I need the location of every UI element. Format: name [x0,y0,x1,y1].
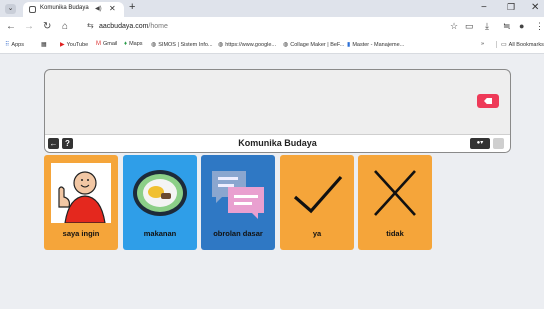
tab-title: Komunika Budaya [40,5,89,11]
bookmark-item[interactable]: ◍ https://www.google... [218,41,276,49]
tab-search-icon[interactable]: ⌄ [5,4,16,14]
bookmark-item[interactable]: M Gmail [96,41,117,47]
board-toolbar: ← ? Komunika Budaya ●▾ [45,134,510,152]
tile-makanan[interactable]: makanan [123,155,197,250]
url-text: aacbudaya.com/home [99,23,168,30]
restore-icon[interactable]: ❐ [507,2,515,13]
reload-icon[interactable]: ↻ [43,21,51,32]
checkmark-icon [293,175,343,214]
bookmark-item[interactable]: ▶ YouTube [60,41,88,49]
speaker-icon[interactable]: ◀) [95,5,102,12]
food-plate-icon [133,170,187,216]
bookmark-item[interactable]: ♦ Maps [124,41,143,47]
app-title: Komunika Budaya [238,138,317,148]
tile-obrolan-dasar[interactable]: obrolan dasar [201,155,275,250]
forward-icon[interactable]: → [24,21,34,32]
tile-label: makanan [143,229,177,238]
bookmark-item[interactable]: ⠿ Apps [5,41,24,49]
minimize-icon[interactable]: − [481,2,487,13]
tab-layout-icon[interactable]: ▭ [465,21,474,32]
bookmark-item[interactable]: ▮ Master - Manajeme... [347,41,404,49]
tile-ya[interactable]: ya [280,155,354,250]
close-icon[interactable]: ✕ [109,4,116,13]
backspace-icon [484,98,492,104]
apps-grid-icon: ⠿ [5,42,10,48]
grid-icon: ▦ [41,42,47,48]
tile-label: obrolan dasar [213,229,263,238]
chat-bubbles-icon [212,171,264,219]
browser-tab[interactable]: Komunika Budaya ◀) ✕ [23,2,124,17]
tile-label: saya ingin [62,229,100,238]
user-icon: ●▾ [476,140,484,146]
profile-avatar-icon[interactable]: ● [519,21,524,31]
bookmark-item[interactable]: ▦ [41,41,47,48]
gmail-icon: M [96,41,101,47]
browser-toolbar: ← → ↻ ⌂ ⇆ aacbudaya.com/home ☆ ▭ ⤓ ≒ ● ⋮ [0,17,544,38]
tile-tidak[interactable]: tidak [358,155,432,250]
window-close-icon[interactable]: ✕ [531,2,539,13]
all-bookmarks-button[interactable]: ▭ All Bookmarks [496,41,544,48]
folder-icon: ▭ [501,42,507,48]
bookmark-star-icon[interactable]: ☆ [450,21,458,32]
bookmark-item[interactable]: ◍ SIMOS | Sistem Info... [151,41,213,49]
bookmarks-bar: ⠿ Apps ▦ ▶ YouTube M Gmail ♦ Maps ◍ SIMOS | S… [0,38,544,54]
menu-kebab-icon[interactable]: ⋮ [535,21,544,32]
globe-icon: ◍ [218,42,224,48]
person-thumbs-up-icon [51,163,111,223]
extension-icon[interactable]: ≒ [503,21,511,32]
maps-pin-icon: ♦ [124,41,128,47]
globe-icon: ◍ [283,42,289,48]
address-bar[interactable]: ⇆ aacbudaya.com/home [81,20,461,35]
lock-button[interactable] [493,138,504,149]
backspace-button[interactable] [477,94,499,108]
globe-icon: ◍ [151,42,157,48]
tile-saya-ingin[interactable]: saya ingin [44,155,118,250]
tile-label: tidak [386,229,404,238]
home-icon[interactable]: ⌂ [62,21,68,32]
site-favicon-icon [29,6,36,13]
download-icon[interactable]: ⤓ [485,21,489,32]
site-info-icon[interactable]: ⇆ [87,21,94,30]
cross-icon [374,170,416,216]
bookmarks-overflow-icon[interactable]: » [481,41,484,47]
document-icon: ▮ [347,42,351,48]
sentence-strip[interactable]: ← ? Komunika Budaya ●▾ [44,69,511,153]
youtube-icon: ▶ [60,42,65,48]
tile-label: ya [312,229,322,238]
user-menu-button[interactable]: ●▾ [470,138,490,149]
new-tab-icon[interactable]: + [129,1,135,13]
bookmark-item[interactable]: ◍ Collage Maker | BeF... [283,41,344,49]
browser-tabbar: ⌄ Komunika Budaya ◀) ✕ + − ❐ ✕ [0,0,544,17]
back-icon[interactable]: ← [6,21,16,32]
